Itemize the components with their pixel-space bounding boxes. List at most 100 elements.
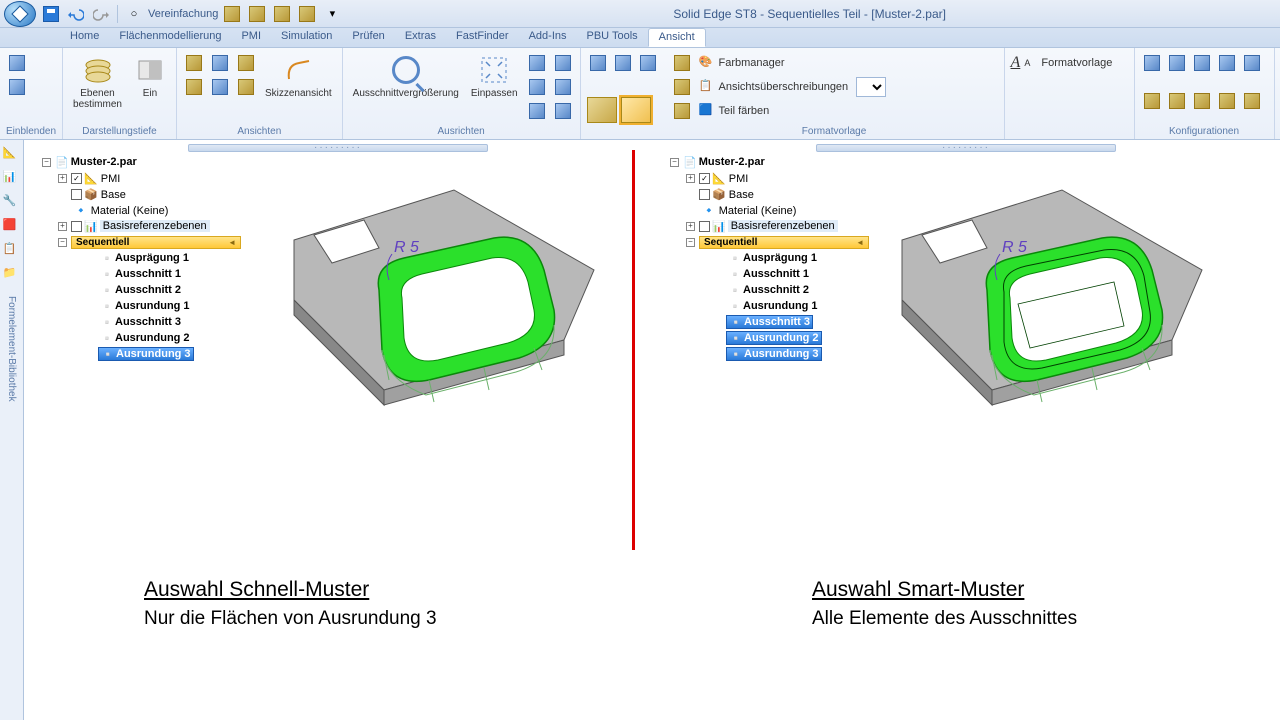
view-sm-2[interactable] [183,76,205,98]
3d-viewport-left[interactable]: R 5 [284,180,614,460]
ribbon-group-align: Ausschnittvergrößerung Einpassen Ausrich… [343,48,581,139]
sb-icon-6[interactable]: 📁 [3,266,21,284]
cfg-2[interactable] [1166,52,1188,74]
align-sm-2[interactable] [526,76,548,98]
cfg-3[interactable] [1191,52,1213,74]
tree-file[interactable]: −📄 Muster-2.par [670,154,1272,170]
align-sm-4[interactable] [552,52,574,74]
view-overrides-combo[interactable] [856,77,886,97]
right-pane: −📄 Muster-2.par+✓ 📐 PMI 📦 Base🔹 Material… [652,140,1280,720]
color-part-button[interactable]: 🟦Teil färben [699,100,887,122]
layers-button[interactable]: Ebenen bestimmen [69,52,126,112]
tab-home[interactable]: Home [60,28,109,47]
fit-button[interactable]: Einpassen [467,52,522,101]
view-sm-4[interactable] [209,76,231,98]
tab-simulation[interactable]: Simulation [271,28,342,47]
fmt-sm-3[interactable] [671,100,693,122]
view-sm-6[interactable] [235,76,257,98]
ribbon-group-window: Neues Fenster [1275,48,1280,139]
cfg-7[interactable] [1166,90,1188,112]
ribbon-group-show: Einblenden [0,48,63,139]
save-button[interactable] [40,3,62,25]
simplify-radio[interactable]: ○ [123,3,145,25]
sb-icon-1[interactable]: 📐 [3,146,21,164]
ribbon-group-depth: Ebenen bestimmen Ein Darstellungstiefe [63,48,177,139]
sb-icon-3[interactable]: 🔧 [3,194,21,212]
redo-button[interactable] [90,3,112,25]
cfg-4[interactable] [1216,52,1238,74]
tab-inspect[interactable]: Prüfen [342,28,394,47]
cfg-1[interactable] [1141,52,1163,74]
window-title: Solid Edge ST8 - Sequentielles Teil - [M… [343,7,1276,21]
annotation-left: Auswahl Schnell-Muster Nur die Flächen v… [144,578,437,630]
tab-fastfinder[interactable]: FastFinder [446,28,519,47]
pane-grip-left[interactable] [188,144,488,152]
ribbon-group-config: Konfigurationen [1135,48,1275,139]
ribbon-group-format: 🎨Farbmanager 📋Ansichtsüberschreibungen 🟦… [665,48,1005,139]
cfg-8[interactable] [1191,90,1213,112]
qat-tool-3[interactable] [271,3,293,25]
align-sm-5[interactable] [552,76,574,98]
align-sm-1[interactable] [526,52,548,74]
qat-dropdown[interactable]: ▾ [321,3,343,25]
qat-tool-2[interactable] [246,3,268,25]
ribbon: Einblenden Ebenen bestimmen Ein Darstell… [0,48,1280,140]
view-overrides-label: Ansichtsüberschreibungen [719,81,849,93]
cube-2[interactable] [612,52,634,74]
cfg-6[interactable] [1141,90,1163,112]
annotation-right: Auswahl Smart-Muster Alle Elemente des A… [812,578,1077,630]
color-manager-button[interactable]: 🎨Farbmanager [699,52,887,74]
sb-icon-4[interactable]: 🟥 [3,218,21,236]
tab-pmi[interactable]: PMI [231,28,271,47]
style-cube-1[interactable] [587,96,617,124]
ribbon-group-cubes [581,48,665,139]
on-button[interactable]: Ein [130,52,170,101]
vertical-divider [632,150,635,550]
simplify-label: Vereinfachung [148,8,218,20]
show-btn-2[interactable] [6,76,28,98]
3d-viewport-right[interactable]: R 5 [892,180,1222,460]
cfg-9[interactable] [1216,90,1238,112]
tab-view[interactable]: Ansicht [648,28,706,47]
main-area: 📐 📊 🔧 🟥 📋 📁 Formelement-Bibliothek −📄 Mu… [0,140,1280,720]
tab-addins[interactable]: Add-Ins [519,28,577,47]
radius-dimension-left: R 5 [394,239,419,256]
left-sidebar: 📐 📊 🔧 🟥 📋 📁 Formelement-Bibliothek [0,140,24,720]
tab-extras[interactable]: Extras [395,28,446,47]
fmt-sm-2[interactable] [671,76,693,98]
ribbon-tabs: Home Flächenmodellierung PMI Simulation … [0,28,1280,48]
sb-icon-5[interactable]: 📋 [3,242,21,260]
application-menu-button[interactable] [4,1,36,27]
undo-button[interactable] [65,3,87,25]
align-sm-6[interactable] [552,100,574,122]
zoom-area-button[interactable]: Ausschnittvergrößerung [349,52,463,101]
sidebar-label: Formelement-Bibliothek [6,296,17,402]
left-pane: −📄 Muster-2.par+✓ 📐 PMI 📦 Base🔹 Material… [24,140,652,720]
align-sm-3[interactable] [526,100,548,122]
show-btn-1[interactable] [6,52,28,74]
view-sm-1[interactable] [183,52,205,74]
view-sm-5[interactable] [235,52,257,74]
tree-file[interactable]: −📄 Muster-2.par [42,154,644,170]
style-cube-2[interactable] [621,96,651,124]
tab-surface[interactable]: Flächenmodellierung [109,28,231,47]
cube-1[interactable] [587,52,609,74]
pane-grip-right[interactable] [816,144,1116,152]
radius-dimension-right: R 5 [1002,239,1027,256]
tab-pbu[interactable]: PBU Tools [577,28,648,47]
ribbon-group-template: AA Formatvorlage [1005,48,1135,139]
qat-tool-1[interactable] [221,3,243,25]
qat-tool-4[interactable] [296,3,318,25]
cfg-10[interactable] [1241,90,1263,112]
cfg-5[interactable] [1241,52,1263,74]
title-bar: ○ Vereinfachung ▾ Solid Edge ST8 - Seque… [0,0,1280,28]
cube-3[interactable] [637,52,659,74]
magnifier-icon [392,56,420,84]
ribbon-group-views: Skizzenansicht Ansichten [177,48,343,139]
format-template-button[interactable]: AA Formatvorlage [1011,52,1113,74]
fmt-sm-1[interactable] [671,52,693,74]
quick-access-toolbar: ○ Vereinfachung ▾ [40,3,343,25]
sb-icon-2[interactable]: 📊 [3,170,21,188]
sketchview-button[interactable]: Skizzenansicht [261,52,336,101]
view-sm-3[interactable] [209,52,231,74]
